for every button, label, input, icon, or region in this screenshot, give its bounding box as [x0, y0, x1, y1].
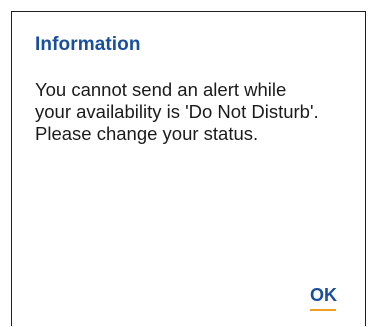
dialog-title: Information [35, 34, 141, 55]
ok-button[interactable]: OK [310, 285, 337, 306]
dialog-message-line: your availability is 'Do Not Disturb'. [35, 101, 319, 122]
information-dialog: Information You cannot send an alert whi… [11, 11, 366, 326]
dialog-message: You cannot send an alert while your avai… [35, 79, 355, 145]
dialog-message-line: You cannot send an alert while [35, 79, 287, 100]
dialog-message-line: Please change your status. [35, 123, 259, 144]
ok-focus-underline [310, 309, 336, 311]
